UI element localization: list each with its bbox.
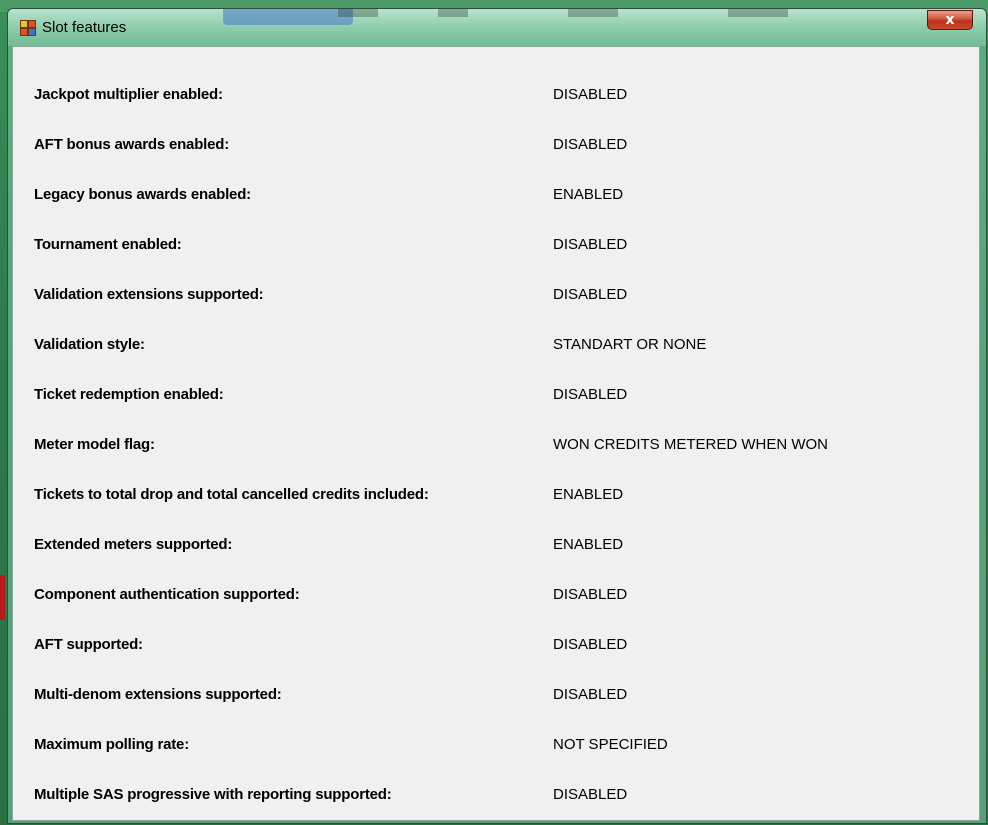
titlebar-glass-shade <box>438 9 468 17</box>
feature-label: Extended meters supported: <box>34 536 233 553</box>
feature-value: DISABLED <box>553 86 628 103</box>
feature-value: DISABLED <box>553 636 628 653</box>
feature-label: Tournament enabled: <box>34 236 182 253</box>
feature-label: Legacy bonus awards enabled: <box>34 186 251 203</box>
feature-value: NOT SPECIFIED <box>553 736 668 753</box>
feature-row: AFT bonus awards enabled: DISABLED <box>13 119 979 169</box>
titlebar-glass-shade <box>568 9 618 17</box>
feature-label: Validation extensions supported: <box>34 286 264 303</box>
feature-value: DISABLED <box>553 386 628 403</box>
feature-value: ENABLED <box>553 536 624 553</box>
feature-row: Multi-denom extensions supported: DISABL… <box>13 669 979 719</box>
feature-value: ENABLED <box>553 486 624 503</box>
feature-label: Meter model flag: <box>34 436 155 453</box>
feature-label: AFT bonus awards enabled: <box>34 136 230 153</box>
feature-row: Jackpot multiplier enabled: DISABLED <box>13 69 979 119</box>
feature-value: DISABLED <box>553 586 628 603</box>
feature-label: Maximum polling rate: <box>34 736 189 753</box>
feature-row: Maximum polling rate: NOT SPECIFIED <box>13 719 979 769</box>
feature-label: AFT supported: <box>34 636 143 653</box>
app-window-icon[interactable] <box>20 20 36 36</box>
close-button[interactable]: x <box>927 10 973 30</box>
feature-value: STANDART OR NONE <box>553 336 707 353</box>
feature-row: Component authentication supported: DISA… <box>13 569 979 619</box>
feature-label: Multiple SAS progressive with reporting … <box>34 786 392 803</box>
feature-row: Tickets to total drop and total cancelle… <box>13 469 979 519</box>
feature-label: Jackpot multiplier enabled: <box>34 86 223 103</box>
feature-row: Extended meters supported: ENABLED <box>13 519 979 569</box>
titlebar-glass-highlight <box>223 9 353 25</box>
feature-label: Tickets to total drop and total cancelle… <box>34 486 429 503</box>
feature-row: Tournament enabled: DISABLED <box>13 219 979 269</box>
feature-label: Component authentication supported: <box>34 586 300 603</box>
feature-row: AFT supported: DISABLED <box>13 619 979 669</box>
title-bar[interactable]: Slot features x <box>8 9 986 46</box>
window-title: Slot features <box>42 19 127 36</box>
feature-value: DISABLED <box>553 136 628 153</box>
titlebar-glass-shade <box>728 9 788 17</box>
feature-label: Ticket redemption enabled: <box>34 386 224 403</box>
feature-row: Multiple SAS progressive with reporting … <box>13 769 979 819</box>
close-icon: x <box>945 12 955 28</box>
feature-value: DISABLED <box>553 236 628 253</box>
feature-row: Validation style: STANDART OR NONE <box>13 319 979 369</box>
feature-label: Validation style: <box>34 336 145 353</box>
feature-value: DISABLED <box>553 686 628 703</box>
feature-row: Legacy bonus awards enabled: ENABLED <box>13 169 979 219</box>
feature-value: DISABLED <box>553 286 628 303</box>
features-panel: Jackpot multiplier enabled: DISABLED AFT… <box>12 46 980 821</box>
feature-row: Meter model flag: WON CREDITS METERED WH… <box>13 419 979 469</box>
feature-value: ENABLED <box>553 186 624 203</box>
feature-row: Validation extensions supported: DISABLE… <box>13 269 979 319</box>
titlebar-glass-shade <box>338 9 378 17</box>
slot-features-window: Slot features x Jackpot multiplier enabl… <box>7 8 987 824</box>
feature-label: Multi-denom extensions supported: <box>34 686 282 703</box>
feature-row: Ticket redemption enabled: DISABLED <box>13 369 979 419</box>
feature-value: DISABLED <box>553 786 628 803</box>
background-red-marker <box>0 575 5 620</box>
feature-value: WON CREDITS METERED WHEN WON <box>553 436 828 453</box>
